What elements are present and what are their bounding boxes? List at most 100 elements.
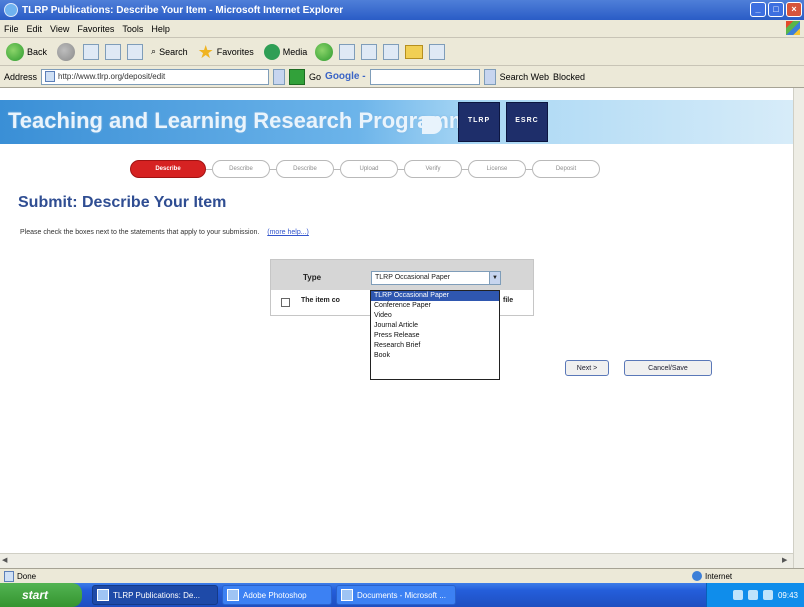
more-help-link[interactable]: (more help...) [267,229,309,236]
scroll-left-icon[interactable]: ◀ [2,556,12,566]
zone-text: Internet [705,571,733,581]
home-icon[interactable] [127,43,144,60]
status-text: Done [17,571,37,581]
step-upload: Upload [340,160,398,178]
network-icon[interactable] [732,590,743,600]
history-icon[interactable] [315,42,334,61]
close-button[interactable]: × [786,2,802,17]
status-bar: Done Internet [0,568,804,583]
media-button[interactable]: Media [262,41,310,63]
print-icon[interactable] [361,43,378,60]
system-tray: 09:43 [706,583,804,607]
volume-icon[interactable] [762,590,773,600]
dropdown-option-journal-article[interactable]: Journal Article [371,321,499,331]
type-label: Type [303,273,322,282]
step-describe-3: Describe [276,160,334,178]
item-checkbox[interactable] [281,298,290,307]
google-dropdown-icon[interactable] [483,68,496,85]
dropdown-option-conference-paper[interactable]: Conference Paper [371,301,499,311]
ie-task-icon [97,589,109,601]
step-describe-active: Describe [130,160,206,178]
minimize-button[interactable]: _ [750,2,766,17]
page-content: Teaching and Learning Research Programme… [0,88,793,568]
forward-button[interactable] [55,41,77,63]
site-banner: Teaching and Learning Research Programme… [0,100,793,144]
window-title-bar: TLRP Publications: Describe Your Item - … [0,0,804,20]
dropdown-option-book[interactable]: Book [371,351,499,361]
dropdown-option-tlrp-occasional-paper[interactable]: TLRP Occasional Paper [371,291,499,301]
type-select[interactable]: TLRP Occasional Paper ▼ [371,271,501,285]
toolbar: Back ⌕ Search ★ Favorites Media [0,38,804,66]
instructions: Please check the boxes next to the state… [20,229,309,236]
vertical-scrollbar[interactable] [793,88,804,568]
taskbar-item-documents[interactable]: Documents - Microsoft ... [336,585,456,605]
address-dropdown-icon[interactable] [273,68,286,85]
tlrp-logo: TLRP [458,102,500,142]
esrc-logo: ESRC [506,102,548,142]
back-arrow-icon [6,42,24,61]
page-icon [45,71,56,82]
chevron-down-icon[interactable]: ▼ [489,272,500,284]
dropdown-option-press-release[interactable]: Press Release [371,331,499,341]
progress-steps: Describe Describe Describe Upload Verify… [130,160,600,178]
instructions-text: Please check the boxes next to the state… [20,229,260,236]
step-verify: Verify [404,160,462,178]
back-button[interactable]: Back [4,41,49,63]
address-bar: Address http://www.tlrp.org/deposit/edit… [0,66,804,88]
dropdown-option-video[interactable]: Video [371,311,499,321]
menu-help[interactable]: Help [151,24,170,34]
address-label: Address [4,71,38,82]
window-title: TLRP Publications: Describe Your Item - … [22,4,344,16]
dropdown-option-research-brief[interactable]: Research Brief [371,341,499,351]
search-button[interactable]: ⌕ Search [149,41,190,63]
folder-icon[interactable] [405,44,424,59]
page-done-icon [4,570,14,582]
menu-edit[interactable]: Edit [27,24,43,34]
banner-title: Teaching and Learning Research Programme [8,108,481,133]
cancel-save-button[interactable]: Cancel/Save [624,360,712,376]
maximize-button[interactable]: □ [768,2,784,17]
address-input[interactable]: http://www.tlrp.org/deposit/edit [41,68,270,85]
page-title: Submit: Describe Your Item [18,194,227,211]
go-icon[interactable] [289,68,306,85]
windows-logo-icon [786,21,800,35]
horizontal-scrollbar[interactable]: ◀ ▶ [0,553,793,568]
security-icon[interactable] [747,590,758,600]
form-header-row: Type TLRP Occasional Paper ▼ [271,260,533,290]
refresh-icon[interactable] [105,43,122,60]
search-web-button[interactable]: Search Web [500,72,549,82]
menu-view[interactable]: View [50,24,69,34]
ie-icon [4,3,18,17]
taskbar-item-photoshop[interactable]: Adobe Photoshop [222,585,332,605]
menu-file[interactable]: File [4,24,19,34]
stop-icon[interactable] [83,43,100,60]
word-task-icon [341,589,353,601]
start-button[interactable]: start [0,583,82,607]
messenger-icon[interactable] [429,43,446,60]
clock: 09:43 [777,590,798,600]
type-dropdown-list: TLRP Occasional Paper Conference Paper V… [370,290,500,380]
banner-decoration [422,116,442,134]
mail-icon[interactable] [339,43,356,60]
step-deposit: Deposit [532,160,600,178]
photoshop-task-icon [227,589,239,601]
google-search-input[interactable] [369,68,480,85]
media-icon [263,43,280,60]
checkbox-label: The item co [301,297,340,304]
edit-icon[interactable] [383,43,400,60]
favorites-button[interactable]: ★ Favorites [196,41,256,63]
go-button[interactable]: Go [309,72,321,82]
scroll-right-icon[interactable]: ▶ [782,556,792,566]
menu-tools[interactable]: Tools [122,24,143,34]
star-icon: ★ [197,41,214,62]
forward-arrow-icon [57,42,76,61]
taskbar: start TLRP Publications: De... Adobe Pho… [0,583,804,607]
google-toolbar-label[interactable]: Google - [325,71,366,82]
popup-blocked-label[interactable]: Blocked [553,72,585,82]
next-button[interactable]: Next > [565,360,609,376]
search-icon: ⌕ [151,46,157,56]
menu-favorites[interactable]: Favorites [77,24,114,34]
menu-bar: File Edit View Favorites Tools Help [0,20,804,38]
taskbar-item-ie[interactable]: TLRP Publications: De... [92,585,218,605]
step-license: License [468,160,526,178]
